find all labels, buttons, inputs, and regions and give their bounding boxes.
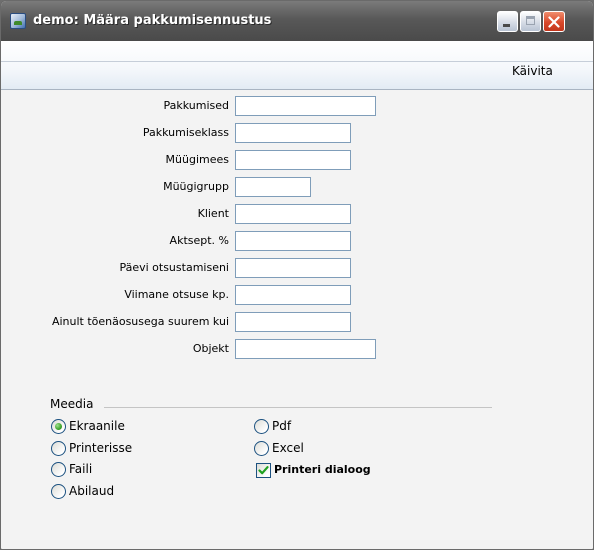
label-muugimees: Müügimees — [165, 153, 229, 166]
muugigrupp-field[interactable] — [235, 177, 311, 197]
app-icon[interactable] — [10, 13, 26, 29]
ainult-toenaosusega-field[interactable] — [235, 312, 351, 332]
radio-abilaud-label: Abilaud — [69, 484, 115, 498]
radio-pdf[interactable]: Pdf — [254, 417, 291, 435]
paevi-otsustamiseni-field[interactable] — [235, 258, 351, 278]
radio-pdf-label: Pdf — [272, 419, 292, 433]
close-icon[interactable] — [543, 11, 565, 32]
radio-abilaud[interactable]: Abilaud — [51, 482, 114, 500]
radio-printerisse[interactable]: Printerisse — [51, 439, 132, 457]
radio-ekraanile[interactable]: Ekraanile — [51, 417, 125, 435]
label-aktsept: Aktsept. % — [169, 234, 229, 247]
radio-faili-label: Faili — [69, 462, 93, 476]
radio-icon[interactable] — [51, 440, 66, 456]
objekt-field[interactable] — [235, 339, 376, 359]
printer-dialog-checkbox[interactable]: Printeri dialoog — [256, 461, 371, 479]
viimane-otsuse-kp-field[interactable] — [235, 285, 351, 305]
radio-checked-icon[interactable] — [51, 418, 66, 434]
window-title: demo: Määra pakkumisennustus — [33, 13, 272, 28]
maximize-icon[interactable] — [520, 11, 541, 32]
label-pakkumised: Pakkumised — [163, 99, 229, 112]
checkmark-icon[interactable] — [256, 462, 271, 478]
pakkumised-field[interactable] — [235, 96, 376, 116]
radio-icon[interactable] — [51, 461, 66, 477]
radio-excel-label: Excel — [272, 441, 304, 455]
radio-icon[interactable] — [254, 418, 269, 434]
run-button[interactable]: Käivita — [508, 63, 557, 81]
label-pakkumiseklass: Pakkumiseklass — [142, 126, 229, 139]
radio-excel[interactable]: Excel — [254, 439, 304, 457]
muugimees-field[interactable] — [235, 150, 351, 170]
radio-ekraanile-label: Ekraanile — [69, 419, 125, 433]
radio-faili[interactable]: Faili — [51, 460, 92, 478]
radio-printerisse-label: Printerisse — [69, 441, 133, 455]
aktsept-field[interactable] — [235, 231, 351, 251]
minimize-icon[interactable] — [497, 11, 518, 32]
report-window: demo: Määra pakkumisennustus Käivita Pak… — [0, 0, 594, 550]
label-paevi-otsustamiseni: Päevi otsustamiseni — [119, 261, 229, 274]
title-bar[interactable]: demo: Määra pakkumisennustus — [1, 1, 593, 41]
radio-icon[interactable] — [51, 483, 66, 499]
label-klient: Klient — [197, 207, 229, 220]
label-ainult-toenaosusega: Ainult tõenäosusega suurem kui — [51, 315, 229, 328]
label-muugigrupp: Müügigrupp — [163, 180, 229, 193]
pakkumiseklass-field[interactable] — [235, 123, 351, 143]
toolbar: Käivita — [1, 41, 593, 90]
label-viimane-otsuse-kp: Viimane otsuse kp. — [124, 288, 229, 301]
label-objekt: Objekt — [192, 342, 229, 355]
klient-field[interactable] — [235, 204, 351, 224]
media-group-label: Meedia — [50, 397, 94, 411]
radio-icon[interactable] — [254, 440, 269, 456]
printer-dialog-label: Printeri dialoog — [274, 463, 371, 476]
group-divider — [104, 407, 492, 408]
